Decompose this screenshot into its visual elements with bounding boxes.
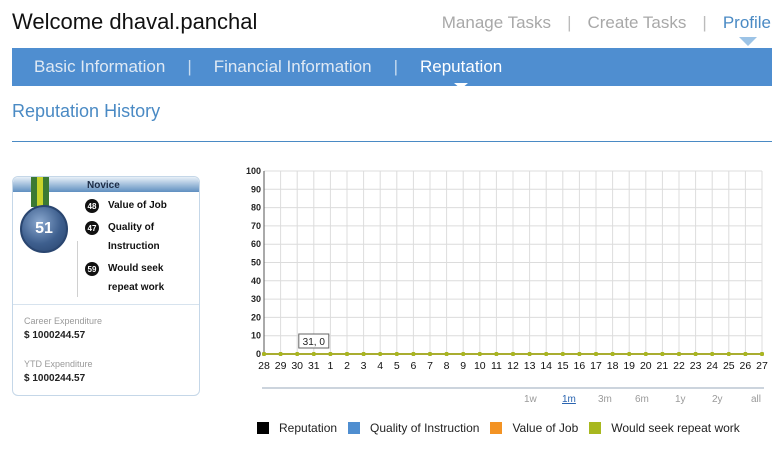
data-point [278, 352, 283, 356]
x-tick-label: 23 [690, 360, 702, 372]
x-tick-label: 29 [275, 360, 287, 372]
data-point [527, 352, 532, 356]
reputation-chart: 010203040506070809010028 29 30 31 1 2 3 4 5 6 7 8 9 1… [246, 166, 768, 389]
y-tick-label: 50 [251, 258, 261, 268]
x-tick-label: 20 [640, 360, 652, 372]
x-tick-label: 17 [590, 360, 602, 372]
x-tick-label: 26 [740, 360, 752, 372]
data-point [677, 352, 681, 356]
y-tick-label: 30 [251, 294, 261, 304]
y-tick-label: 90 [251, 184, 261, 194]
legend-label: Quality of Instruction [370, 421, 480, 435]
x-tick-label: 10 [474, 360, 486, 372]
data-point [328, 352, 333, 356]
x-tick-label: 4 [377, 360, 383, 372]
x-tick-label: 30 [291, 360, 303, 372]
data-point [693, 352, 698, 356]
data-point [345, 352, 349, 356]
data-point [594, 352, 598, 356]
y-tick-label: 0 [256, 349, 261, 359]
data-point [295, 352, 300, 356]
x-tick-label: 21 [657, 360, 669, 372]
legend-swatch [589, 422, 602, 434]
x-tick-label: 16 [574, 360, 586, 372]
y-tick-label: 40 [251, 276, 261, 286]
x-tick-label: 25 [723, 360, 735, 372]
x-tick-label: 8 [444, 360, 450, 372]
legend-item-quality[interactable]: Quality of Instruction [348, 421, 479, 435]
chart-legend: Reputation Quality of Instruction Value … [257, 421, 740, 435]
data-point [610, 352, 615, 356]
x-tick-label: 2 [344, 360, 350, 372]
data-point [262, 352, 266, 356]
x-tick-label: 5 [394, 360, 400, 372]
legend-item-reputation[interactable]: Reputation [257, 421, 337, 435]
range-1m[interactable]: 1m [562, 394, 576, 405]
data-point [411, 352, 416, 356]
y-tick-label: 70 [251, 221, 261, 231]
legend-item-repeat[interactable]: Would seek repeat work [589, 421, 740, 435]
data-point [627, 352, 632, 356]
data-point [428, 352, 432, 356]
x-tick-label: 3 [361, 360, 367, 372]
data-point [444, 352, 449, 356]
y-tick-label: 60 [251, 239, 261, 249]
data-point [660, 352, 665, 356]
data-point [760, 352, 764, 356]
data-point [361, 352, 366, 356]
range-3m[interactable]: 3m [598, 394, 612, 405]
x-tick-label: 13 [524, 360, 536, 372]
data-point [643, 352, 648, 356]
range-2y[interactable]: 2y [712, 394, 723, 405]
x-tick-label: 1 [327, 360, 333, 372]
x-tick-label: 28 [258, 360, 270, 372]
x-tick-label: 15 [557, 360, 569, 372]
data-point [477, 352, 482, 356]
x-tick-label: 9 [460, 360, 466, 372]
data-point [394, 352, 399, 356]
chart-tooltip-text: 31, 0 [303, 337, 326, 348]
data-point [710, 352, 715, 356]
x-tick-label: 19 [623, 360, 635, 372]
legend-swatch [490, 422, 503, 434]
data-point [311, 352, 316, 356]
legend-label: Would seek repeat work [611, 421, 740, 435]
data-point [494, 352, 499, 356]
data-point [511, 352, 515, 356]
legend-item-value[interactable]: Value of Job [490, 421, 578, 435]
legend-label: Value of Job [512, 421, 579, 435]
data-point [726, 352, 731, 356]
y-tick-label: 100 [246, 166, 261, 176]
x-tick-label: 24 [706, 360, 718, 372]
range-1y[interactable]: 1y [675, 394, 686, 405]
data-point [544, 352, 549, 356]
x-tick-label: 27 [756, 360, 768, 372]
legend-swatch [257, 422, 269, 434]
data-point [743, 352, 748, 356]
data-point [378, 352, 383, 356]
x-tick-label: 7 [427, 360, 433, 372]
range-all[interactable]: all [751, 394, 761, 405]
range-1w[interactable]: 1w [524, 394, 537, 405]
x-tick-label: 14 [540, 360, 552, 372]
data-point [560, 352, 565, 356]
x-tick-label: 12 [507, 360, 519, 372]
x-tick-label: 11 [491, 360, 502, 372]
y-tick-label: 10 [251, 331, 261, 341]
data-point [577, 352, 582, 356]
legend-swatch [348, 422, 361, 434]
y-tick-label: 80 [251, 203, 261, 213]
x-tick-label: 6 [410, 360, 416, 372]
x-tick-label: 22 [673, 360, 685, 372]
data-point [461, 352, 466, 356]
range-6m[interactable]: 6m [635, 394, 649, 405]
x-tick-label: 18 [607, 360, 619, 372]
x-tick-label: 31 [308, 360, 320, 372]
y-tick-label: 20 [251, 312, 261, 322]
legend-label: Reputation [279, 421, 338, 435]
